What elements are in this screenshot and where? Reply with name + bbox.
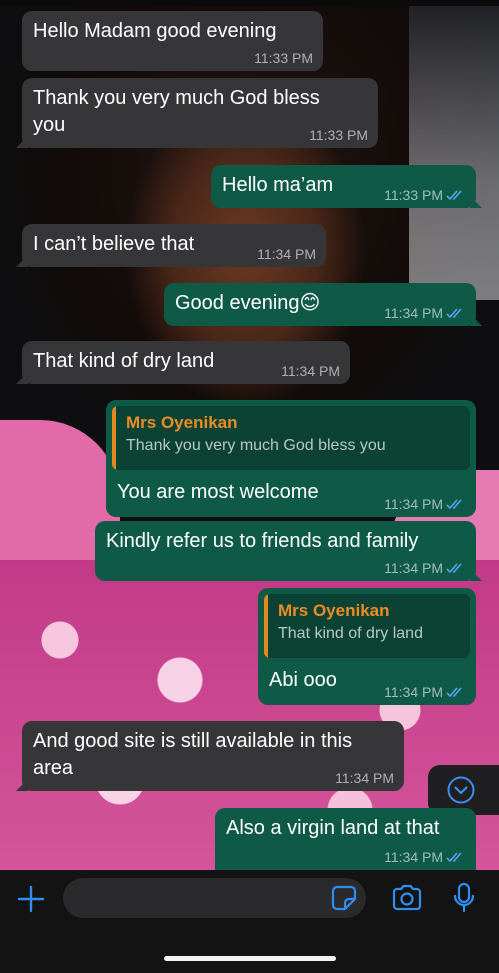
message-time: 11:33 PM <box>384 187 443 203</box>
double-check-icon <box>446 499 462 510</box>
message-text: I can’t believe that <box>33 233 195 255</box>
microphone-icon[interactable] <box>453 882 475 914</box>
double-check-icon <box>446 687 462 698</box>
message-incoming[interactable]: Hello Madam good evening 11:33 PM <box>22 11 323 71</box>
message-text: Abi ooo <box>269 669 337 691</box>
message-text: Also a virgin land at that <box>226 817 440 839</box>
quoted-message[interactable]: Mrs Oyenikan Thank you very much God ble… <box>112 406 470 470</box>
message-outgoing-reply[interactable]: Mrs Oyenikan Thank you very much God ble… <box>106 400 476 517</box>
message-text: You are most welcome <box>117 481 319 503</box>
message-text: Good evening😊 <box>175 292 321 314</box>
plus-icon[interactable] <box>17 885 45 913</box>
message-time: 11:34 PM <box>335 770 394 786</box>
chevron-down-circle-icon <box>447 776 475 804</box>
message-text: Thank you very much God bless <box>33 87 320 109</box>
message-time: 11:34 PM <box>384 849 443 865</box>
quoted-author: Mrs Oyenikan <box>278 601 390 620</box>
double-check-icon <box>446 190 462 201</box>
message-time: 11:34 PM <box>384 305 443 321</box>
message-outgoing[interactable]: Good evening😊 11:34 PM <box>164 283 482 326</box>
status-bar <box>0 0 499 6</box>
message-incoming[interactable]: I can’t believe that 11:34 PM <box>16 224 326 267</box>
message-incoming[interactable]: That kind of dry land 11:34 PM <box>16 341 350 384</box>
message-text: That kind of dry land <box>33 350 215 372</box>
message-incoming[interactable]: Thank you very much God bless you 11:33 … <box>16 78 378 148</box>
quoted-text: Thank you very much God bless you <box>126 437 386 454</box>
message-time: 11:33 PM <box>254 50 313 66</box>
sticker-icon[interactable] <box>331 885 357 911</box>
quoted-text: That kind of dry land <box>278 625 423 642</box>
message-time: 11:34 PM <box>384 560 443 576</box>
message-incoming[interactable]: And good site is still available in this… <box>16 721 404 791</box>
message-time: 11:34 PM <box>281 363 340 379</box>
message-outgoing[interactable]: Kindly refer us to friends and family 11… <box>95 521 482 581</box>
camera-icon[interactable] <box>391 884 423 912</box>
message-time: 11:33 PM <box>309 127 368 143</box>
message-input[interactable] <box>63 878 366 918</box>
message-outgoing[interactable]: Hello ma’am 11:33 PM <box>211 165 482 208</box>
quoted-author: Mrs Oyenikan <box>126 413 238 432</box>
message-outgoing-reply[interactable]: Mrs Oyenikan That kind of dry land Abi o… <box>258 588 476 705</box>
message-time: 11:34 PM <box>384 496 443 512</box>
double-check-icon <box>446 852 462 863</box>
double-check-icon <box>446 308 462 319</box>
double-check-icon <box>446 563 462 574</box>
message-time: 11:34 PM <box>384 684 443 700</box>
message-text: And good site is still available in this <box>33 730 353 752</box>
message-outgoing[interactable]: Also a virgin land at that 11:34 PM <box>215 808 476 870</box>
message-text: Kindly refer us to friends and family <box>106 530 419 552</box>
quoted-message[interactable]: Mrs Oyenikan That kind of dry land <box>264 594 470 658</box>
message-text: Hello Madam good evening <box>33 20 277 42</box>
home-indicator <box>164 956 336 961</box>
message-text: Hello ma’am <box>222 174 334 196</box>
message-time: 11:34 PM <box>257 246 316 262</box>
